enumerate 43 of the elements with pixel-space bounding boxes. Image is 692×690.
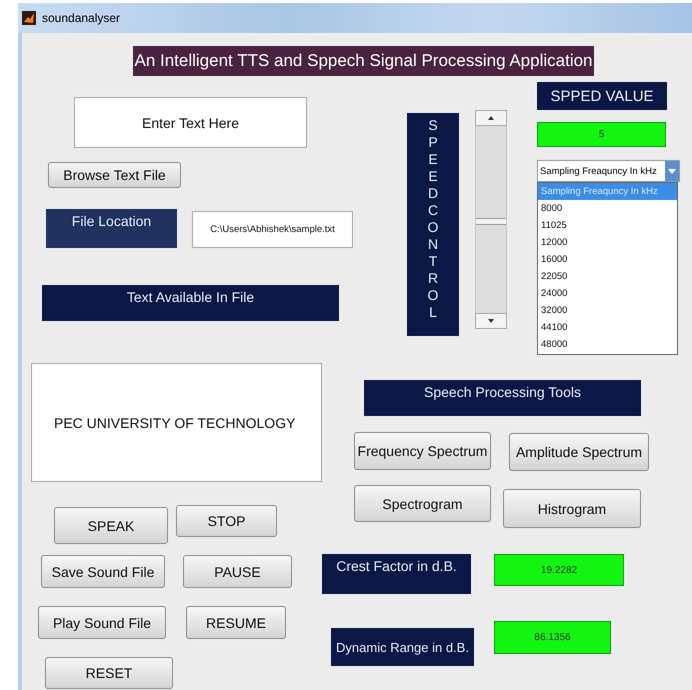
dropdown-option[interactable]: 16000	[538, 251, 677, 268]
slider-thumb[interactable]	[476, 218, 506, 224]
scroll-up-icon[interactable]	[475, 110, 507, 126]
playback-button[interactable]: Play Sound File	[38, 606, 166, 639]
dropdown-option[interactable]: 22050	[538, 268, 677, 285]
dropdown-option[interactable]: 8000	[538, 200, 677, 217]
scroll-down-icon[interactable]	[475, 313, 507, 329]
playback-button[interactable]: RESET	[45, 657, 173, 689]
dropdown-option[interactable]: 24000	[538, 285, 677, 302]
display-text: PEC UNIVERSITY OF TECHNOLOGY	[54, 414, 296, 430]
tool-button[interactable]: Amplitude Spectrum	[509, 433, 649, 471]
speed-value-display: 5	[537, 122, 666, 147]
window-title: soundanalyser	[42, 11, 120, 25]
text-input-field[interactable]: Enter Text Here	[74, 97, 307, 148]
dropdown-option[interactable]: 48000	[538, 336, 677, 353]
speed-control-label: SPEEDCONTROL	[407, 113, 459, 336]
dynamic-range-value: 86.1356	[494, 621, 611, 654]
playback-button[interactable]: PAUSE	[183, 555, 292, 588]
app-logo-icon	[22, 11, 36, 25]
file-location-label: File Location	[46, 209, 177, 248]
dropdown-caret-icon[interactable]	[665, 161, 679, 181]
crest-factor-label: Crest Factor in d.B.	[322, 554, 471, 594]
speed-value-label: SPPED VALUE	[537, 82, 667, 110]
speech-tools-label: Speech Processing Tools	[364, 380, 641, 416]
tool-button[interactable]: Spectrogram	[354, 485, 491, 522]
dropdown-option[interactable]: 32000	[538, 302, 677, 319]
dynamic-range-label: Dynamic Range in d.B.	[331, 628, 474, 666]
playback-button[interactable]: Save Sound File	[41, 555, 165, 588]
browse-text-file-button[interactable]: Browse Text File	[48, 162, 181, 188]
dropdown-option[interactable]: 12000	[538, 234, 677, 251]
text-available-label: Text Available In File	[42, 285, 339, 321]
file-path-field[interactable]: C:\Users\Abhishek\sample.txt	[192, 211, 353, 248]
sampling-frequency-dropdown[interactable]: Sampling Freaquncy In kHz	[537, 160, 680, 182]
dropdown-option[interactable]: 11025	[538, 217, 677, 234]
playback-button[interactable]: STOP	[176, 505, 277, 537]
speed-slider[interactable]	[475, 110, 507, 329]
tool-button[interactable]: Histrogram	[503, 489, 641, 528]
playback-button[interactable]: RESUME	[186, 606, 286, 639]
crest-factor-value: 19.2282	[494, 554, 624, 586]
tool-button[interactable]: Frequency Spectrum	[354, 432, 491, 470]
playback-button[interactable]: SPEAK	[54, 507, 168, 544]
dropdown-option[interactable]: 44100	[538, 319, 677, 336]
app-title-banner: An Intelligent TTS and Sppech Signal Processing Application	[133, 46, 594, 76]
